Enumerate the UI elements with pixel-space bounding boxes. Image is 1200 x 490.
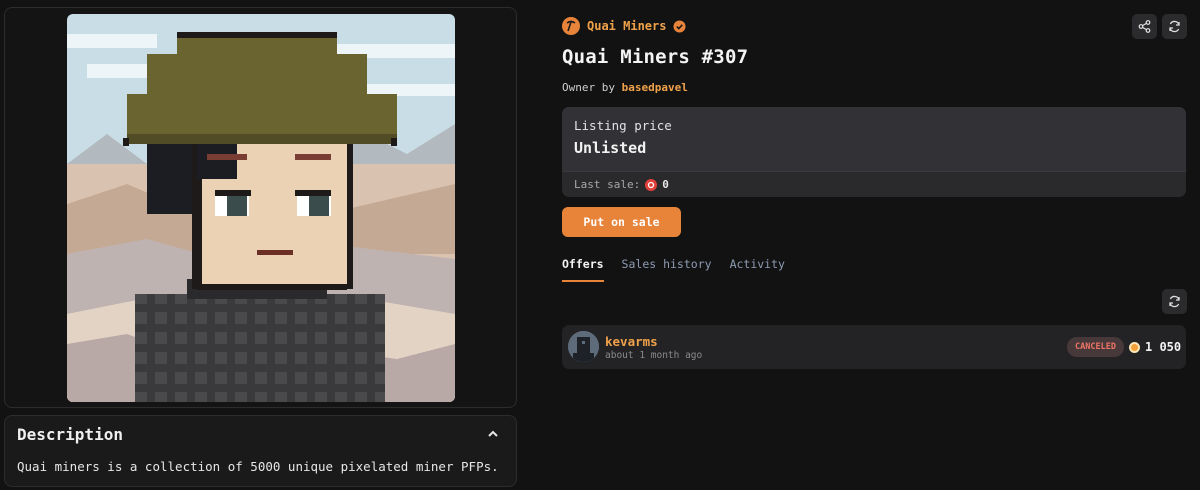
nft-image[interactable] (67, 14, 455, 402)
collection-link[interactable]: Quai Miners (562, 17, 686, 35)
listing-price-value: Unlisted (574, 139, 647, 157)
tab-bar: Offers Sales history Activity (562, 257, 785, 282)
avatar[interactable] (568, 331, 599, 362)
refresh-icon (1169, 20, 1180, 33)
nft-image-card (4, 7, 517, 408)
last-sale-label: Last sale: (574, 178, 641, 191)
share-button[interactable] (1132, 14, 1157, 39)
description-panel: Description Quai miners is a collection … (4, 415, 517, 487)
refresh-offers-button[interactable] (1162, 289, 1187, 314)
tab-activity[interactable]: Activity (730, 257, 785, 282)
offer-row: kevarms about 1 month ago CANCELED 1 050 (562, 325, 1186, 369)
pickaxe-icon (562, 17, 580, 35)
listing-price-card: Listing price Unlisted Last sale: 0 (562, 107, 1186, 197)
offer-timestamp: about 1 month ago (605, 350, 703, 361)
owner-line: Owner by basedpavel (562, 81, 688, 94)
last-sale-row: Last sale: 0 (562, 171, 1186, 197)
quai-coin-icon (645, 178, 658, 191)
collection-name[interactable]: Quai Miners (587, 19, 666, 33)
owner-link[interactable]: basedpavel (622, 81, 688, 94)
nft-detail-page: Description Quai miners is a collection … (0, 0, 1200, 490)
owner-prefix: Owner by (562, 81, 615, 94)
listing-price-label: Listing price (574, 118, 672, 133)
offer-username[interactable]: kevarms (605, 334, 658, 349)
chevron-up-icon[interactable] (486, 427, 500, 441)
status-badge: CANCELED (1067, 337, 1124, 357)
verified-badge-icon (673, 20, 686, 32)
nft-title: Quai Miners #307 (562, 46, 749, 68)
refresh-metadata-button[interactable] (1162, 14, 1187, 39)
description-title: Description (17, 425, 123, 444)
put-on-sale-button[interactable]: Put on sale (562, 207, 681, 237)
description-text: Quai miners is a collection of 5000 uniq… (17, 459, 499, 474)
refresh-icon (1169, 295, 1180, 308)
last-sale-value: 0 (662, 178, 669, 191)
tab-offers[interactable]: Offers (562, 257, 604, 282)
offer-amount: 1 050 (1129, 340, 1181, 354)
share-icon (1138, 20, 1151, 33)
quai-coin-icon (1129, 341, 1140, 353)
offer-amount-value: 1 050 (1145, 340, 1182, 354)
tab-sales-history[interactable]: Sales history (622, 257, 712, 282)
